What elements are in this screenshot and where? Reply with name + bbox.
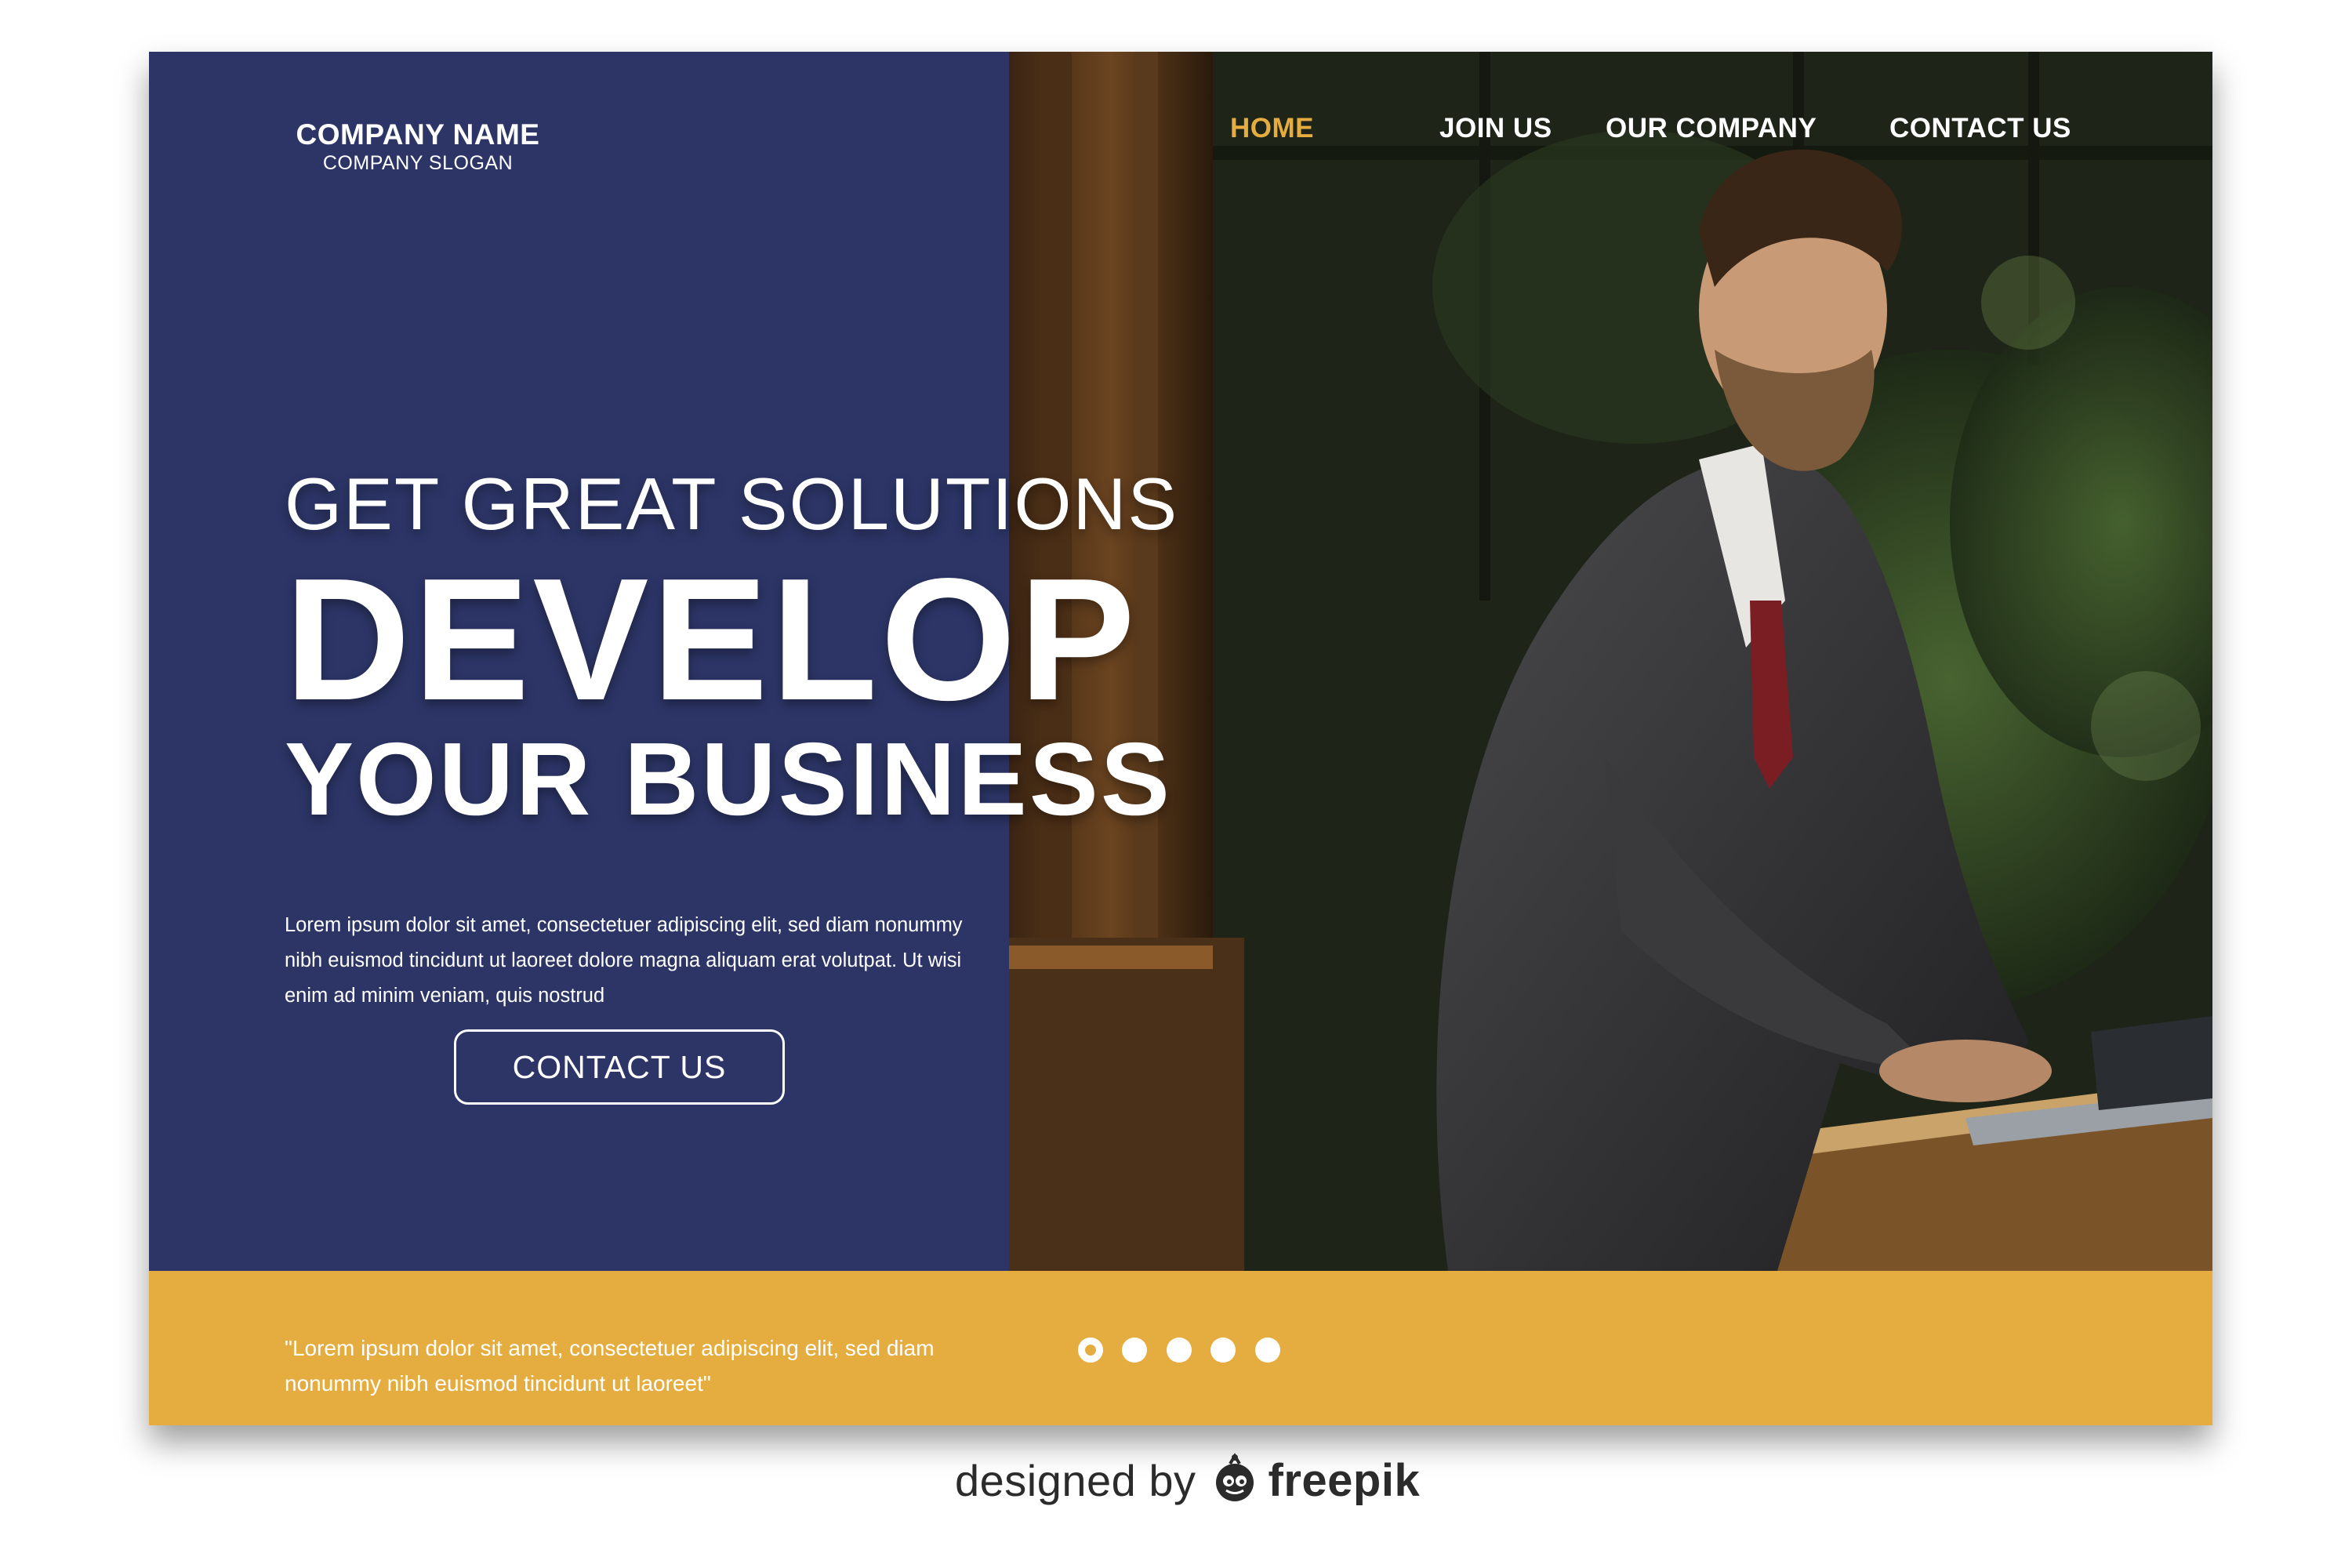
- landing-page: COMPANY NAME COMPANY SLOGAN HOME JOIN US…: [149, 52, 2212, 1425]
- hero-photo: [1009, 52, 2212, 1271]
- nav-contact-us[interactable]: CONTACT US: [1889, 113, 2071, 144]
- designer-credit: designed by freepik: [955, 1449, 1420, 1512]
- hero-section: COMPANY NAME COMPANY SLOGAN HOME JOIN US…: [149, 52, 2212, 1271]
- hero-title: DEVELOP: [285, 543, 1138, 737]
- credit-text: designed by: [955, 1455, 1196, 1505]
- testimonial-quote: "Lorem ipsum dolor sit amet, consectetue…: [285, 1336, 935, 1396]
- hero-subtitle: GET GREAT SOLUTIONS: [285, 463, 1179, 545]
- businessman-photo-illustration: [1009, 52, 2212, 1271]
- slider-dot-4[interactable]: [1210, 1338, 1236, 1363]
- freepik-logo-icon: [1209, 1452, 1261, 1508]
- hero-body-text: Lorem ipsum dolor sit amet, consectetuer…: [285, 913, 963, 1007]
- nav-our-company[interactable]: OUR COMPANY: [1606, 113, 1817, 144]
- nav-join-us[interactable]: JOIN US: [1439, 113, 1552, 144]
- slider-dot-2[interactable]: [1122, 1338, 1147, 1363]
- testimonial-bar: "Lorem ipsum dolor sit amet, consectetue…: [149, 1271, 2212, 1425]
- slider-dot-1[interactable]: [1078, 1338, 1103, 1363]
- slider-dot-5[interactable]: [1255, 1338, 1280, 1363]
- contact-us-button[interactable]: CONTACT US: [454, 1029, 785, 1105]
- company-name: COMPANY NAME: [296, 118, 540, 151]
- slider-dot-3[interactable]: [1167, 1338, 1192, 1363]
- nav-home[interactable]: HOME: [1230, 113, 1314, 144]
- freepik-brand: freepik: [1268, 1454, 1421, 1506]
- brand-logo[interactable]: COMPANY NAME COMPANY SLOGAN: [285, 118, 551, 174]
- company-slogan: COMPANY SLOGAN: [322, 152, 514, 174]
- hero-title-line2: YOUR BUSINESS: [285, 721, 1172, 837]
